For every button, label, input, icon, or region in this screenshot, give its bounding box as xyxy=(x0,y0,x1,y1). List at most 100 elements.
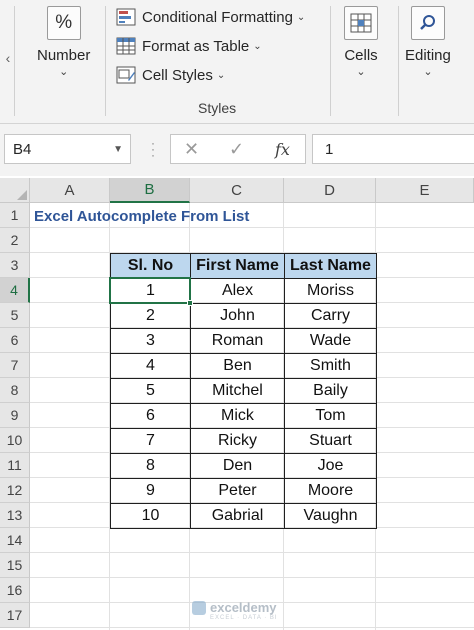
editing-label: Editing xyxy=(405,47,451,64)
row-header-2[interactable]: 2 xyxy=(0,228,30,253)
sheet-title[interactable]: Excel Autocomplete From List xyxy=(34,204,249,229)
row-header-14[interactable]: 14 xyxy=(0,528,30,553)
cell-first-name[interactable]: Gabrial xyxy=(190,503,285,529)
exceldemy-logo-icon xyxy=(192,600,206,615)
grid-row-line xyxy=(30,577,474,578)
chevron-down-icon: ⌄ xyxy=(59,66,69,78)
row-header-16[interactable]: 16 xyxy=(0,578,30,603)
row-header-12[interactable]: 12 xyxy=(0,478,30,503)
formula-bar-buttons: ✕ ✓ fx xyxy=(170,134,306,164)
cell-first-name[interactable]: Ricky xyxy=(190,428,285,454)
ribbon-separator xyxy=(398,6,399,116)
row-header-15[interactable]: 15 xyxy=(0,553,30,578)
name-box[interactable]: B4 ▼ xyxy=(4,134,131,164)
row-header-8[interactable]: 8 xyxy=(0,378,30,403)
editing-button[interactable]: Editing ⌄ xyxy=(405,6,451,78)
cell-first-name[interactable]: Den xyxy=(190,453,285,479)
row-header-9[interactable]: 9 xyxy=(0,403,30,428)
cell-sl-no[interactable]: 4 xyxy=(110,353,191,379)
cell-last-name[interactable]: Smith xyxy=(284,353,377,379)
column-header-d[interactable]: D xyxy=(284,178,376,203)
cell-last-name[interactable]: Baily xyxy=(284,378,377,404)
row-header-17[interactable]: 17 xyxy=(0,603,30,628)
formula-input[interactable]: 1 xyxy=(312,134,474,164)
column-header-b[interactable]: B xyxy=(110,178,190,203)
data-table: Sl. No First Name Last Name 1 Alex Moriss 2… xyxy=(110,253,377,529)
format-as-table-label: Format as Table xyxy=(142,37,250,55)
cell-last-name[interactable]: Carry xyxy=(284,303,377,329)
table-body: 1 Alex Moriss 2 John Carry 3 Roman Wade 4 Ben Smith… xyxy=(110,278,377,529)
cell-sl-no[interactable]: 6 xyxy=(110,403,191,429)
conditional-formatting-label: Conditional Formatting xyxy=(142,8,293,26)
number-button[interactable]: % Number ⌄ xyxy=(37,6,90,78)
formula-bar-resize-handle[interactable]: · · · xyxy=(145,137,161,161)
table-row: 9 Peter Moore xyxy=(110,478,377,504)
cell-sl-no[interactable]: 1 xyxy=(110,278,191,304)
column-header-e[interactable]: E xyxy=(376,178,474,203)
search-icon xyxy=(410,6,445,40)
enter-check-icon[interactable]: ✓ xyxy=(229,139,244,160)
row-header-7[interactable]: 7 xyxy=(0,353,30,378)
cancel-icon[interactable]: ✕ xyxy=(184,139,199,160)
chevron-down-icon: ⌄ xyxy=(216,69,226,81)
column-header-a[interactable]: A xyxy=(30,178,110,203)
cell-styles-label: Cell Styles xyxy=(142,66,213,84)
row-header-4[interactable]: 4 xyxy=(0,278,30,303)
row-header-3[interactable]: 3 xyxy=(0,253,30,278)
cell-last-name[interactable]: Tom xyxy=(284,403,377,429)
cell-sl-no[interactable]: 9 xyxy=(110,478,191,504)
cell-last-name[interactable]: Wade xyxy=(284,328,377,354)
watermark-logo: exceldemy EXCEL · DATA · BI xyxy=(192,600,277,621)
chevron-down-icon: ⌄ xyxy=(296,11,306,23)
header-first-name[interactable]: First Name xyxy=(190,253,285,279)
table-row: 10 Gabrial Vaughn xyxy=(110,503,377,529)
cell-first-name[interactable]: John xyxy=(190,303,285,329)
cell-styles-icon xyxy=(116,66,136,84)
ribbon-scroll-left-icon[interactable]: ‹ xyxy=(2,50,14,66)
select-all-button[interactable] xyxy=(0,178,30,203)
chevron-down-icon: ⌄ xyxy=(423,66,433,78)
cell-sl-no[interactable]: 10 xyxy=(110,503,191,529)
cell-last-name[interactable]: Vaughn xyxy=(284,503,377,529)
cell-first-name[interactable]: Peter xyxy=(190,478,285,504)
cell-last-name[interactable]: Moriss xyxy=(284,278,377,304)
row-header-5[interactable]: 5 xyxy=(0,303,30,328)
cell-last-name[interactable]: Moore xyxy=(284,478,377,504)
percent-icon: % xyxy=(46,6,81,40)
cell-sl-no[interactable]: 3 xyxy=(110,328,191,354)
cell-sl-no[interactable]: 5 xyxy=(110,378,191,404)
dropdown-arrow-icon[interactable]: ▼ xyxy=(113,144,123,155)
cell-sl-no[interactable]: 8 xyxy=(110,453,191,479)
number-label: Number xyxy=(37,47,91,64)
cells-button[interactable]: Cells ⌄ xyxy=(344,6,378,78)
grid-row-line xyxy=(30,552,474,553)
chevron-down-icon: ⌄ xyxy=(356,66,366,78)
header-last-name[interactable]: Last Name xyxy=(284,253,377,279)
conditional-formatting-button[interactable]: Conditional Formatting ⌄ xyxy=(116,6,305,28)
cell-first-name[interactable]: Roman xyxy=(190,328,285,354)
row-header-1[interactable]: 1 xyxy=(0,203,30,228)
cell-styles-button[interactable]: Cell Styles ⌄ xyxy=(116,64,225,86)
row-header-11[interactable]: 11 xyxy=(0,453,30,478)
table-row: 7 Ricky Stuart xyxy=(110,428,377,454)
cell-last-name[interactable]: Joe xyxy=(284,453,377,479)
cell-sl-no[interactable]: 2 xyxy=(110,303,191,329)
chevron-down-icon: ⌄ xyxy=(253,40,262,52)
cell-last-name[interactable]: Stuart xyxy=(284,428,377,454)
cell-first-name[interactable]: Mitchel xyxy=(190,378,285,404)
cell-first-name[interactable]: Alex xyxy=(190,278,285,304)
row-header-10[interactable]: 10 xyxy=(0,428,30,453)
cell-first-name[interactable]: Ben xyxy=(190,353,285,379)
column-header-c[interactable]: C xyxy=(190,178,284,203)
watermark-text: exceldemy xyxy=(210,600,277,615)
cell-sl-no[interactable]: 7 xyxy=(110,428,191,454)
conditional-formatting-icon xyxy=(116,8,136,26)
row-header-6[interactable]: 6 xyxy=(0,328,30,353)
header-sl-no[interactable]: Sl. No xyxy=(110,253,191,279)
row-header-13[interactable]: 13 xyxy=(0,503,30,528)
cell-first-name[interactable]: Mick xyxy=(190,403,285,429)
insert-function-icon[interactable]: fx xyxy=(275,140,290,159)
format-as-table-button[interactable]: Format as Table ⌄ xyxy=(116,35,262,57)
grid-row-line xyxy=(30,627,474,628)
table-row: 8 Den Joe xyxy=(110,453,377,479)
